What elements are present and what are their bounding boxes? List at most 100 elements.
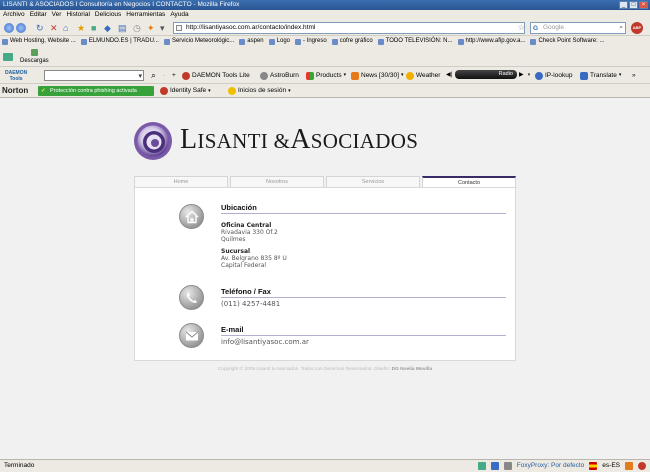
menu-ayuda[interactable]: Ayuda <box>170 10 188 20</box>
norton-logo[interactable]: Norton <box>2 84 28 98</box>
menu-herramientas[interactable]: Herramientas <box>126 10 165 20</box>
print-icon[interactable]: ▤ <box>118 22 127 34</box>
menu-ver[interactable]: Ver <box>52 10 62 20</box>
delicious-icon[interactable]: ■ <box>91 22 96 34</box>
url-star-icon[interactable]: ☆ <box>518 23 525 33</box>
chevron-down-icon[interactable]: ▾ <box>160 22 165 34</box>
news-button[interactable]: News [30/30] ▾ <box>351 67 403 84</box>
phone-icon <box>179 285 204 310</box>
url-text: http://lisantiyasoc.com.ar/contacto/inde… <box>186 24 316 31</box>
tag-icon[interactable]: ◆ <box>104 22 111 34</box>
bookmark-favicon-icon <box>80 38 87 45</box>
bookmark-favicon-icon <box>2 38 8 45</box>
bookmark-favicon-icon <box>268 38 275 45</box>
astroburn-button[interactable]: AstroBurn <box>260 67 299 84</box>
menu-editar[interactable]: Editar <box>30 10 47 20</box>
addon-status-icon[interactable] <box>638 462 646 470</box>
weather-button[interactable]: Weather <box>406 67 440 84</box>
bookmark-item[interactable]: http://www.afip.gov.a... <box>457 36 525 47</box>
menu-historial[interactable]: Historial <box>66 10 89 20</box>
toolbar-overflow-icon[interactable]: » <box>632 67 636 84</box>
daemon-logo[interactable]: DAEMON Tools <box>5 70 27 82</box>
daemon-search-select[interactable] <box>44 68 144 85</box>
section-title-email: E-mail <box>221 325 244 334</box>
email-address[interactable]: info@lisantiyasoc.com.ar <box>221 339 309 346</box>
bookmark-item[interactable]: - Ingreso <box>295 36 327 47</box>
maximize-button[interactable]: □ <box>629 1 638 9</box>
bookmark-item[interactable]: Logo <box>268 36 290 47</box>
norton-toolbar: Norton Protección contra phishing activa… <box>0 84 650 98</box>
bookmarks-icon[interactable]: ✦ <box>147 22 155 34</box>
site-logo[interactable]: LISANTI &ASOCIADOS <box>180 124 418 156</box>
home-icon <box>179 204 204 229</box>
addon-status-icon[interactable] <box>625 462 633 470</box>
search-icon[interactable]: ⌕ <box>619 23 623 33</box>
menu-archivo[interactable]: Archivo <box>3 10 25 20</box>
phishing-protection-badge[interactable]: Protección contra phishing activada <box>38 86 154 96</box>
minimize-button[interactable]: _ <box>619 1 628 9</box>
foxyproxy-status[interactable]: FoxyProxy: Por defecto <box>517 460 585 472</box>
back-button[interactable] <box>4 23 14 33</box>
office-city-line: Quilmes <box>221 236 246 243</box>
add-icon[interactable]: + <box>172 67 176 84</box>
toolbar-grid-icon[interactable] <box>3 53 13 61</box>
close-window-button[interactable]: × <box>639 1 648 9</box>
identity-safe-button[interactable]: Identity Safe ▾ <box>160 84 211 98</box>
phone-number: (011) 4257-4481 <box>221 300 281 308</box>
search-icon[interactable]: ⌕ <box>151 67 156 84</box>
addon-status-icon[interactable] <box>477 462 486 470</box>
bookmark-favicon-icon <box>163 38 170 45</box>
reload-icon[interactable]: ↻ <box>36 22 44 34</box>
branch-label: Sucursal <box>221 248 251 255</box>
bookmark-item[interactable]: Check Point Software: ... <box>530 36 604 47</box>
bookmarks-toolbar: Web Hosting, Website ... ELMUNDO.ES | TR… <box>0 36 650 47</box>
adblock-icon[interactable]: ABP <box>631 22 643 34</box>
ip-lookup-icon <box>535 71 543 80</box>
radio-prev-icon[interactable]: ◀| <box>446 67 452 84</box>
google-icon: G <box>533 25 539 32</box>
astroburn-icon <box>260 71 268 80</box>
addon-status-icon[interactable] <box>490 462 499 470</box>
bookmark-item[interactable]: ELMUNDO.ES | TRADU... <box>80 36 159 47</box>
bookmark-favicon-icon <box>295 38 302 45</box>
locale-status[interactable]: es-ES <box>602 460 620 472</box>
downloads-toolbar: Descargas <box>0 47 650 67</box>
section-divider <box>221 213 506 214</box>
bookmark-favicon-icon <box>239 38 246 45</box>
products-button[interactable]: Products ▾ <box>306 67 346 84</box>
bookmark-item[interactable]: Web Hosting, Website ... <box>2 36 76 47</box>
bookmark-item[interactable]: Servicio Meteorológic... <box>163 36 234 47</box>
toolbar-separator-icon: · <box>163 72 166 79</box>
menu-delicious[interactable]: Delicious <box>95 10 121 20</box>
daemon-toolbar: DAEMON Tools ⌕ · + DAEMON Tools Lite Ast… <box>0 67 650 85</box>
copyright-footer: Copyright © 2009 Lisanti & Asociados. To… <box>134 367 516 372</box>
daemon-tools-lite-button[interactable]: DAEMON Tools Lite <box>182 67 250 84</box>
ip-lookup-button[interactable]: IP-lookup <box>535 67 572 84</box>
logins-button[interactable]: Inicios de sesión ▾ <box>228 84 291 98</box>
section-divider <box>221 297 506 298</box>
page-favicon-icon <box>176 25 182 31</box>
home-icon[interactable]: ⌂ <box>63 22 68 34</box>
designer-link[interactable]: DG Noelia Movilla <box>392 367 433 372</box>
bookmark-favicon-icon <box>530 38 537 45</box>
stop-icon[interactable]: ✕ <box>50 22 58 34</box>
section-title-ubicacion: Ubicación <box>221 203 257 212</box>
search-input[interactable]: G Google ⌕ <box>530 22 626 34</box>
addon-status-icon[interactable] <box>503 462 512 470</box>
bookmark-item[interactable]: TODO TELEVISIÓN: N... <box>377 36 453 47</box>
status-text: Terminado <box>4 462 35 469</box>
office-label: Oficina Central <box>221 222 272 229</box>
downloads-button[interactable]: Descargas <box>20 58 49 64</box>
history-icon[interactable]: ◷ <box>133 22 141 34</box>
download-arrow-icon[interactable] <box>31 49 38 56</box>
radio-volume-icon[interactable]: ◖ <box>527 67 531 84</box>
office-address-line: Rivadavia 330 Of.2 <box>221 229 278 236</box>
radio-play-icon[interactable]: ▶ <box>519 67 524 84</box>
url-input[interactable]: http://lisantiyasoc.com.ar/contacto/inde… <box>173 22 525 34</box>
radio-widget[interactable]: Radio <box>455 70 517 79</box>
forward-button[interactable] <box>16 23 26 33</box>
bookmark-item[interactable]: cofre gráfico <box>331 36 373 47</box>
translate-button[interactable]: Translate ▾ <box>580 67 621 84</box>
bookmark-item[interactable]: aspen <box>239 36 264 47</box>
bookmark-star-icon[interactable]: ★ <box>77 22 85 34</box>
